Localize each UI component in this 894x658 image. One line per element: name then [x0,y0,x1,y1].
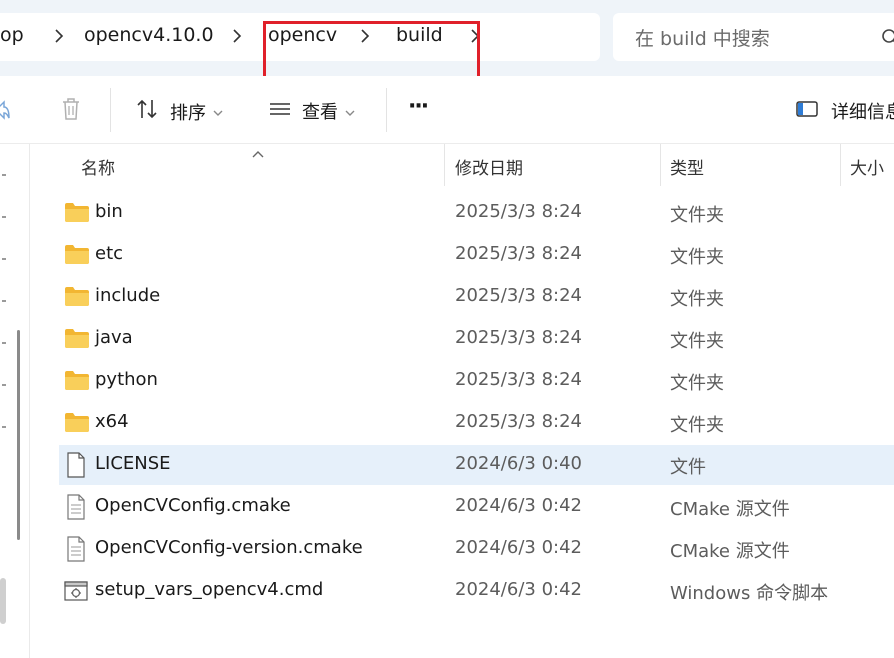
delete-icon[interactable] [60,96,82,122]
file-name: java [95,327,133,348]
file-row-license[interactable]: LICENSE 2024/6/3 0:40 文件 [59,445,894,485]
file-type: 文件夹 [670,247,724,268]
folder-icon [64,285,90,311]
share-icon[interactable] [0,98,10,122]
file-type: Windows 命令脚本 [670,583,829,604]
chevron-down-icon [212,101,224,122]
file-name: x64 [95,411,129,432]
file-date: 2025/3/3 8:24 [455,243,582,264]
sort-icon [136,98,160,125]
column-header-type[interactable]: 类型 [670,154,704,179]
file-date: 2024/6/3 0:42 [455,579,582,600]
file-row-etc[interactable]: etc 2025/3/3 8:24 文件夹 [59,235,894,275]
folder-icon [64,327,90,353]
file-type: 文件 [670,457,706,478]
more-options-button[interactable]: ··· [408,94,429,119]
file-icon [66,452,86,482]
breadcrumb-opencv4100[interactable]: opencv4.10.0 [84,24,214,46]
file-date: 2025/3/3 8:24 [455,411,582,432]
file-row-opencvconfig-cmake[interactable]: OpenCVConfig.cmake 2024/6/3 0:42 CMake 源… [59,487,894,527]
search-icon[interactable] [881,28,894,52]
text-file-icon [66,494,86,524]
file-date: 2024/6/3 0:42 [455,537,582,558]
column-header-name[interactable]: 名称 [81,154,115,179]
column-divider[interactable] [660,144,661,186]
nav-expander[interactable] [2,216,6,218]
file-type: 文件夹 [670,373,724,394]
view-label: 查看 [302,102,338,123]
toolbar-separator [110,88,111,132]
annotation-highlight-box [263,21,480,81]
view-icon [268,99,292,124]
file-name: LICENSE [95,453,171,474]
column-header-row: 名称 修改日期 类型 大小 [31,144,894,188]
chevron-down-icon [344,101,356,122]
file-type: 文件夹 [670,331,724,352]
sort-button[interactable]: 排序 [136,98,224,125]
file-row-java[interactable]: java 2025/3/3 8:24 文件夹 [59,319,894,359]
file-row-bin[interactable]: bin 2025/3/3 8:24 文件夹 [59,193,894,233]
folder-icon [64,243,90,269]
file-row-setup-vars-cmd[interactable]: setup_vars_opencv4.cmd 2024/6/3 0:42 Win… [59,571,894,611]
file-date: 2025/3/3 8:24 [455,201,582,222]
column-divider[interactable] [444,144,445,186]
file-name: include [95,285,161,306]
search-box[interactable]: 在 build 中搜索 [613,13,894,61]
folder-icon [64,411,90,437]
nav-expander[interactable] [2,384,6,386]
file-type: 文件夹 [670,205,724,226]
nav-expander[interactable] [2,426,6,428]
navigation-pane[interactable] [0,144,30,658]
file-type: CMake 源文件 [670,541,790,562]
nav-expander[interactable] [2,258,6,260]
details-pane-label: 详细信息 [831,102,894,123]
address-bar-row: op opencv4.10.0 opencv build 在 build 中搜索 [0,0,894,81]
column-divider[interactable] [840,144,841,186]
column-header-size[interactable]: 大小 [850,154,884,179]
search-input[interactable]: 在 build 中搜索 [635,24,770,51]
file-name: python [95,369,158,390]
file-name: bin [95,201,123,222]
chevron-right-icon [230,27,244,45]
file-name: OpenCVConfig.cmake [95,495,291,516]
file-type: 文件夹 [670,415,724,436]
file-date: 2025/3/3 8:24 [455,327,582,348]
file-row-opencvconfig-version-cmake[interactable]: OpenCVConfig-version.cmake 2024/6/3 0:42… [59,529,894,569]
column-header-date[interactable]: 修改日期 [455,154,523,179]
file-date: 2024/6/3 0:42 [455,495,582,516]
file-date: 2024/6/3 0:40 [455,453,582,474]
command-bar: 排序 查看 ··· 详细信息 [0,76,894,144]
file-type: CMake 源文件 [670,499,790,520]
details-pane-icon [795,99,819,124]
nav-expander[interactable] [2,300,6,302]
file-row-python[interactable]: python 2025/3/3 8:24 文件夹 [59,361,894,401]
sort-ascending-icon [251,144,265,163]
folder-icon [64,201,90,227]
file-row-include[interactable]: include 2025/3/3 8:24 文件夹 [59,277,894,317]
file-date: 2025/3/3 8:24 [455,369,582,390]
nav-scrollbar[interactable] [17,330,20,540]
more-options-label: ··· [408,94,429,119]
sort-label: 排序 [170,102,206,124]
file-row-x64[interactable]: x64 2025/3/3 8:24 文件夹 [59,403,894,443]
nav-expander[interactable] [2,174,6,176]
file-type: 文件夹 [670,289,724,310]
file-date: 2025/3/3 8:24 [455,285,582,306]
breadcrumb-op[interactable]: op [0,24,24,46]
file-name: etc [95,243,124,264]
nav-selected-indicator [0,578,6,624]
chevron-right-icon [52,27,66,45]
folder-icon [64,369,90,395]
nav-expander[interactable] [2,342,6,344]
text-file-icon [66,536,86,566]
view-button[interactable]: 查看 [268,98,356,124]
toolbar-separator [386,88,387,132]
file-name: setup_vars_opencv4.cmd [95,579,324,600]
details-pane-button[interactable]: 详细信息 [795,98,894,124]
file-name: OpenCVConfig-version.cmake [95,537,363,558]
script-file-icon [64,580,88,606]
